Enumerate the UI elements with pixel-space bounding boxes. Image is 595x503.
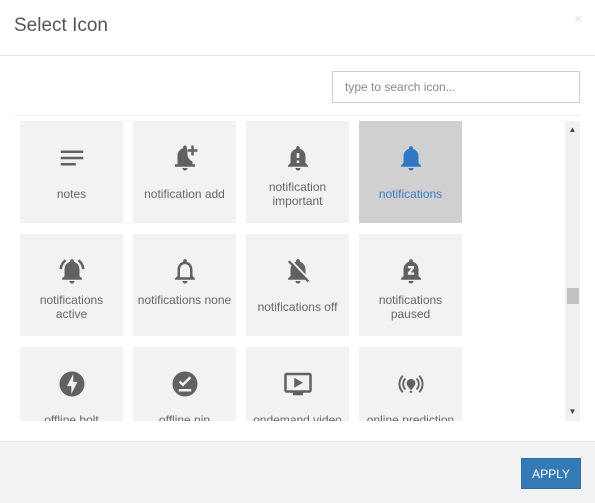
icon-tile-ondemand-video[interactable]: ondemand video [246,347,349,421]
icon-tile-label: notifications off [257,300,338,314]
icon-tile-label: notifications active [39,293,104,321]
icon-tile-offline-pin[interactable]: offline pin [133,347,236,421]
notes-icon [20,143,123,173]
notifications-active-icon [20,256,123,286]
icon-tile-notifications-active[interactable]: notifications active [20,234,123,336]
online-prediction-icon [359,369,462,399]
notification-add-icon [133,143,236,173]
icon-tile-label: notifications paused [378,293,443,321]
notifications-icon [359,143,462,173]
dialog-footer: APPLY [0,441,595,503]
icon-tile-label: notification important [268,180,327,208]
icon-tile-notifications-off[interactable]: notifications off [246,234,349,336]
icon-tile-online-prediction[interactable]: online prediction [359,347,462,421]
icon-tile-label: notifications [378,187,443,201]
icon-search-input[interactable] [332,71,580,103]
scrollbar-thumb[interactable] [567,288,579,304]
icon-tile-offline-bolt[interactable]: offline bolt [20,347,123,421]
icon-tile-label: notification add [144,187,225,201]
icon-tile-notifications[interactable]: notifications [359,121,462,223]
dialog-header: Select Icon × [0,0,595,56]
icon-tile-notifications-none[interactable]: notifications none [133,234,236,336]
icon-tile-label: offline bolt [44,413,99,421]
scrollbar[interactable]: ▲ ▼ [565,121,580,421]
scroll-down-arrow-icon[interactable]: ▼ [565,405,580,419]
icon-grid: notes notification add notification import… [15,116,565,421]
close-button[interactable]: × [574,11,582,26]
icon-tile-label: notifications none [137,293,232,307]
apply-button[interactable]: APPLY [521,458,581,489]
icon-tile-label: notes [56,187,87,201]
icon-tile-label: online prediction [366,413,455,421]
icon-tile-label: offline pin [158,413,211,421]
notifications-off-icon [246,256,349,286]
icon-tile-notes[interactable]: notes [20,121,123,223]
offline-bolt-icon [20,369,123,399]
dialog-title: Select Icon [14,15,108,36]
icon-tile-notification-important[interactable]: notification important [246,121,349,223]
notifications-none-icon [133,256,236,286]
notifications-paused-icon [359,256,462,286]
offline-pin-icon [133,369,236,399]
notification-important-icon [246,143,349,173]
icon-tile-notifications-paused[interactable]: notifications paused [359,234,462,336]
scroll-up-arrow-icon[interactable]: ▲ [565,123,580,137]
icon-tile-notification-add[interactable]: notification add [133,121,236,223]
icon-tile-label: ondemand video [253,413,342,421]
ondemand-video-icon [246,369,349,399]
